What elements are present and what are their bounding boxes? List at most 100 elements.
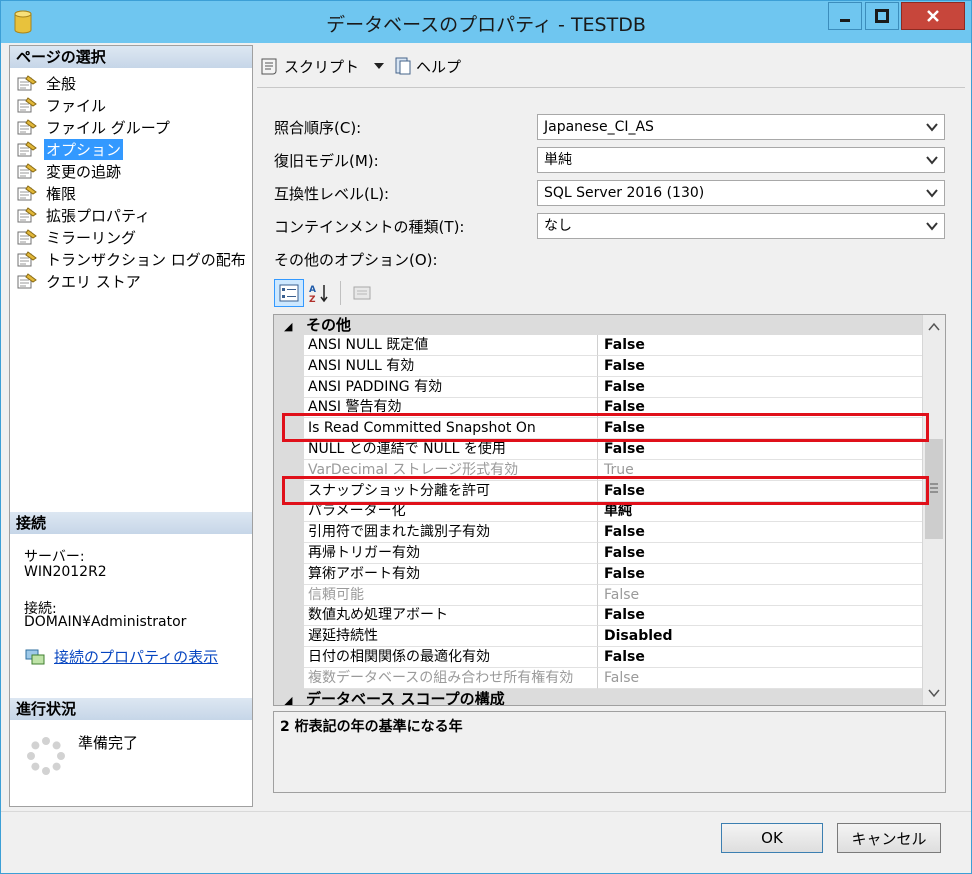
property-value[interactable]: False xyxy=(598,564,922,585)
maximize-button[interactable] xyxy=(865,2,899,30)
compat-level-value: SQL Server 2016 (130) xyxy=(544,185,705,201)
row-gutter xyxy=(274,584,304,606)
nav-item[interactable]: ファイル グループ xyxy=(16,116,252,138)
property-value[interactable]: False xyxy=(598,356,922,377)
compat-level-select[interactable]: SQL Server 2016 (130) xyxy=(537,180,945,206)
property-grid: ◢ その他 ANSI NULL 既定値 False ANSI NULL 有効 Fals… xyxy=(273,314,946,706)
collation-value: Japanese_CI_AS xyxy=(544,119,654,135)
property-row[interactable]: 信頼可能 False xyxy=(274,584,922,606)
nav-item[interactable]: 全般 xyxy=(16,72,252,94)
chevron-down-icon xyxy=(926,156,938,165)
nav-item[interactable]: 変更の追跡 xyxy=(16,160,252,182)
categorized-button[interactable] xyxy=(274,279,304,307)
progress-header: 進行状況 xyxy=(10,698,252,720)
close-button[interactable] xyxy=(901,2,965,30)
page-wrench-icon xyxy=(17,75,37,91)
property-name: ANSI NULL 既定値 xyxy=(304,335,598,356)
server-value: WIN2012R2 xyxy=(24,564,107,580)
nav-item-label: オプション xyxy=(44,138,124,160)
nav-item[interactable]: 拡張プロパティ xyxy=(16,204,252,226)
property-value[interactable]: False xyxy=(598,543,922,564)
property-row[interactable]: ANSI NULL 有効 False xyxy=(274,355,922,377)
recovery-model-select[interactable]: 単純 xyxy=(537,147,945,173)
page-wrench-icon xyxy=(17,163,37,179)
help-button[interactable]: ヘルプ xyxy=(393,56,461,77)
property-name: 数値丸め処理アボート xyxy=(304,605,598,627)
svg-text:A: A xyxy=(309,285,316,295)
toolbar-divider xyxy=(257,87,965,88)
property-value[interactable]: False xyxy=(598,585,922,606)
category-row-other[interactable]: ◢ その他 xyxy=(274,315,922,335)
nav-item[interactable]: ファイル xyxy=(16,94,252,116)
ok-button[interactable]: OK xyxy=(721,823,823,853)
property-row[interactable]: 複数データベースの組み合わせ所有権有効 False xyxy=(274,667,922,689)
page-wrench-icon xyxy=(17,141,37,157)
property-row[interactable]: ANSI PADDING 有効 False xyxy=(274,376,922,398)
property-description: 2 桁表記の年の基準になる年 xyxy=(273,711,946,793)
nav-item-label: 全般 xyxy=(46,74,77,93)
nav-item[interactable]: ミラーリング xyxy=(16,226,252,248)
chevron-down-icon xyxy=(926,123,938,132)
dropdown-arrow-icon xyxy=(374,63,385,69)
property-value[interactable]: False xyxy=(598,522,922,544)
page-wrench-icon xyxy=(17,97,37,113)
property-row[interactable]: 数値丸め処理アボート False xyxy=(274,605,922,627)
nav-item[interactable]: トランザクション ログの配布 xyxy=(16,248,252,270)
row-gutter xyxy=(274,439,304,460)
highlight-snapshot-isolation xyxy=(282,476,929,505)
property-row[interactable]: 算術アボート有効 False xyxy=(274,563,922,585)
page-wrench-icon xyxy=(17,273,37,289)
connection-properties-link[interactable]: 接続のプロパティの表示 xyxy=(54,646,218,667)
property-value[interactable]: False xyxy=(598,605,922,627)
page-wrench-icon xyxy=(17,185,37,201)
nav-item[interactable]: オプション xyxy=(16,138,252,160)
nav-item-label: ミラーリング xyxy=(46,228,137,247)
property-value[interactable]: False xyxy=(598,439,922,460)
nav-item[interactable]: 権限 xyxy=(16,182,252,204)
property-value[interactable]: False xyxy=(598,377,922,398)
category-row-db-scoped[interactable]: ◢ データベース スコープの構成 xyxy=(274,689,922,705)
collation-select[interactable]: Japanese_CI_AS xyxy=(537,114,945,140)
grid-tools-divider xyxy=(340,281,341,305)
property-name: 日付の相関関係の最適化有効 xyxy=(304,647,598,668)
property-row[interactable]: ANSI NULL 既定値 False xyxy=(274,335,922,356)
property-pages-button[interactable] xyxy=(347,279,377,307)
nav-item[interactable]: クエリ ストア xyxy=(16,270,252,292)
recovery-model-label: 復旧モデル(M): xyxy=(274,151,379,170)
row-gutter xyxy=(274,647,304,668)
property-value[interactable]: Disabled xyxy=(598,626,922,648)
minimize-button[interactable] xyxy=(828,2,862,30)
property-row[interactable]: 引用符で囲まれた識別子有効 False xyxy=(274,522,922,544)
minimize-icon xyxy=(840,19,850,22)
cancel-button[interactable]: キャンセル xyxy=(837,823,941,853)
nav-item-label: 変更の追跡 xyxy=(46,162,122,181)
row-gutter xyxy=(274,376,304,398)
property-row[interactable]: 遅延持続性 Disabled xyxy=(274,626,922,648)
containment-value: なし xyxy=(544,218,572,234)
row-gutter xyxy=(274,355,304,377)
script-button[interactable]: スクリプト xyxy=(259,56,385,77)
nav-item-label: 拡張プロパティ xyxy=(46,206,151,225)
grid-tools: A Z xyxy=(274,279,377,307)
vertical-scrollbar[interactable] xyxy=(922,315,945,705)
scroll-up-button[interactable] xyxy=(924,317,944,337)
nav-item-label: 権限 xyxy=(46,184,77,203)
scroll-down-button[interactable] xyxy=(924,683,944,703)
alphabetical-button[interactable]: A Z xyxy=(304,279,334,307)
row-gutter xyxy=(274,667,304,689)
property-value[interactable]: False xyxy=(598,668,922,689)
containment-select[interactable]: なし xyxy=(537,213,945,239)
page-wrench-icon xyxy=(17,251,37,267)
category-label: その他 xyxy=(306,316,352,334)
property-row[interactable]: 再帰トリガー有効 False xyxy=(274,543,922,564)
property-value[interactable]: False xyxy=(598,335,922,356)
property-value[interactable]: False xyxy=(598,647,922,668)
chevron-down-icon xyxy=(928,689,940,698)
connection-value: DOMAIN¥Administrator xyxy=(24,614,187,630)
property-row[interactable]: 日付の相関関係の最適化有効 False xyxy=(274,647,922,668)
other-options-label: その他のオプション(O): xyxy=(274,250,438,269)
property-row[interactable]: NULL との連結で NULL を使用 False xyxy=(274,439,922,460)
scroll-grip-icon xyxy=(930,483,938,493)
containment-label: コンテインメントの種類(T): xyxy=(274,217,465,236)
page-wrench-icon xyxy=(17,119,37,135)
